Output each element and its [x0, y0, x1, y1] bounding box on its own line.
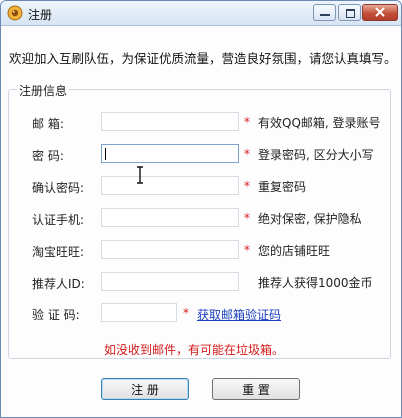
group-title: 注册信息	[17, 82, 70, 99]
phone-label: 认证手机:	[32, 213, 85, 227]
email-label: 邮 箱:	[32, 117, 64, 131]
wangwang-field[interactable]	[101, 240, 239, 259]
get-email-code-link[interactable]: 获取邮箱验证码	[197, 306, 281, 323]
email-required-mark: *	[244, 115, 250, 129]
app-icon	[7, 5, 23, 21]
confirm-password-required-mark: *	[244, 179, 250, 193]
confirm-password-label: 确认密码:	[32, 181, 85, 195]
intro-text: 欢迎加入互刷队伍，为保证优质流量，营造良好氛围，请您认真填写。	[9, 51, 397, 66]
minimize-button[interactable]	[313, 4, 336, 21]
title-bar[interactable]: 注册	[1, 1, 401, 26]
email-hint: 有效QQ邮箱, 登录账号	[258, 116, 381, 130]
wangwang-required-mark: *	[244, 243, 250, 257]
confirm-password-hint: 重复密码	[258, 180, 307, 194]
spam-folder-notice: 如没收到邮件，有可能在垃圾箱。	[104, 343, 285, 357]
wangwang-label: 淘宝旺旺:	[32, 245, 85, 259]
close-icon	[375, 7, 385, 17]
referrer-field[interactable]	[101, 272, 239, 291]
verification-required-mark: *	[183, 306, 189, 320]
maximize-button[interactable]	[338, 4, 361, 21]
close-button[interactable]	[362, 4, 398, 21]
text-cursor-icon	[137, 166, 143, 184]
maximize-icon	[346, 9, 355, 18]
referrer-label: 推荐人ID:	[32, 277, 85, 291]
register-button[interactable]: 注 册	[101, 378, 189, 400]
verification-label: 验 证 码:	[32, 308, 80, 322]
phone-field[interactable]	[101, 208, 239, 227]
text-caret	[105, 148, 106, 160]
confirm-password-field[interactable]	[101, 176, 239, 195]
window-title: 注册	[28, 8, 53, 22]
reset-button[interactable]: 重 置	[212, 378, 300, 400]
password-required-mark: *	[244, 147, 250, 161]
registration-window: 注册 欢迎加入互刷队伍，为保证优质流量，营造良好氛围，请您认真填写。 注册信息 …	[0, 0, 402, 418]
verification-code-field[interactable]	[101, 303, 177, 322]
minimize-icon	[320, 14, 330, 16]
password-hint: 登录密码, 区分大小写	[258, 148, 374, 162]
password-field[interactable]	[101, 144, 239, 163]
referrer-hint: 推荐人获得1000金币	[258, 276, 373, 290]
phone-hint: 绝对保密, 保护隐私	[258, 212, 362, 226]
password-label: 密 码:	[32, 149, 64, 163]
phone-required-mark: *	[244, 211, 250, 225]
email-field[interactable]	[101, 112, 239, 131]
wangwang-hint: 您的店铺旺旺	[258, 244, 331, 258]
